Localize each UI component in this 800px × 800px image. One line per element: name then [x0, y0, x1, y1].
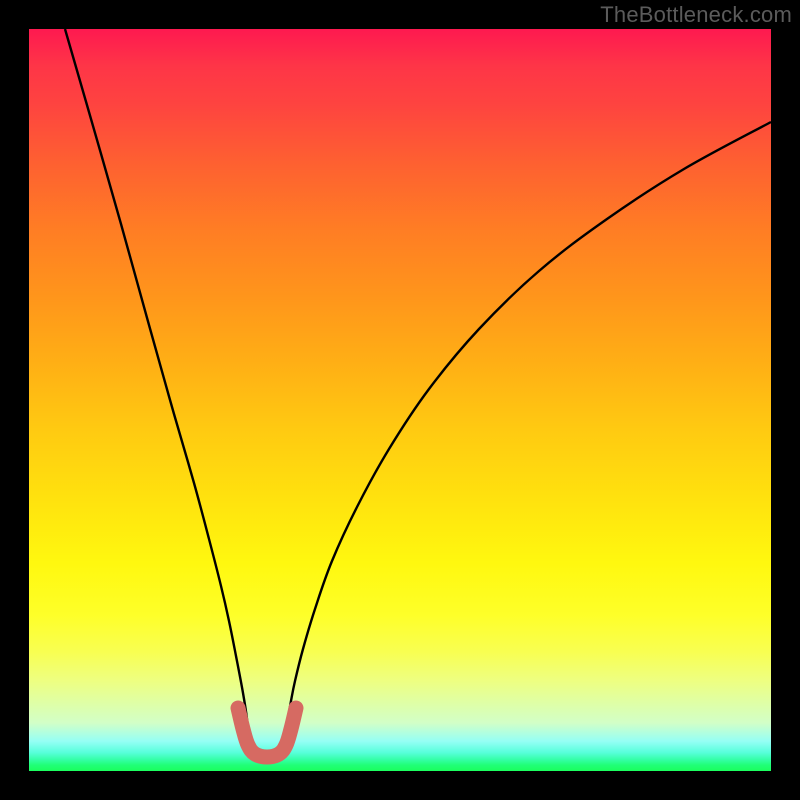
watermark-text: TheBottleneck.com [600, 2, 792, 28]
left-curve-path [65, 29, 248, 734]
valley-highlight-path [238, 708, 296, 757]
curve-layer [29, 29, 771, 771]
chart-canvas [29, 29, 771, 771]
right-curve-path [286, 122, 771, 734]
